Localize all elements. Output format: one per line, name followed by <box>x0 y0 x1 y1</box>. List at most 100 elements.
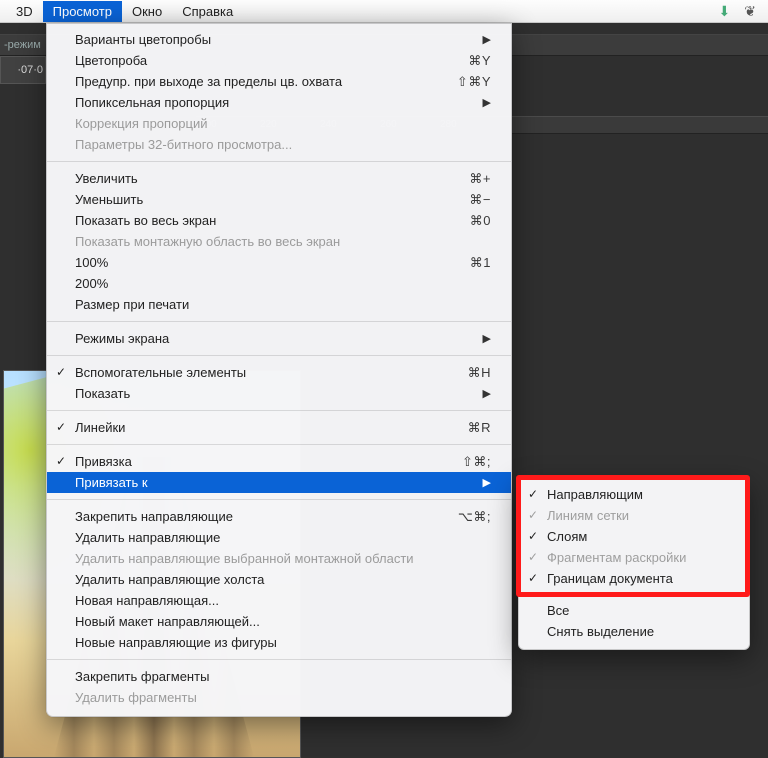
view-menu-item[interactable]: Удалить направляющие холста <box>47 569 511 590</box>
submenu-arrow-icon: ▶ <box>483 387 491 400</box>
view-menu-item[interactable]: ✓ Линейки⌘R <box>47 417 511 438</box>
submenu-arrow-icon: ▶ <box>483 332 491 345</box>
view-menu-item[interactable]: Увеличить⌘+ <box>47 168 511 189</box>
view-menu-item[interactable]: Привязать к▶ <box>47 472 511 493</box>
document-tab-label: ·07·0 <box>17 64 43 76</box>
snap-to-item-label: Линиям сетки <box>547 508 629 523</box>
snap-to-item-label: Границам документа <box>547 571 673 586</box>
shortcut-label: ⌘1 <box>470 255 491 271</box>
view-menu-item[interactable]: Новая направляющая... <box>47 590 511 611</box>
submenu-arrow-icon: ▶ <box>483 476 491 489</box>
check-icon: ✓ <box>528 529 538 543</box>
view-menu-item-label: Закрепить направляющие <box>75 509 458 524</box>
view-menu-item[interactable]: Размер при печати <box>47 294 511 315</box>
menu-separator <box>47 410 511 411</box>
shortcut-label: ⌘R <box>468 420 491 436</box>
menu-separator <box>47 161 511 162</box>
view-menu-item-label: Показать <box>75 386 483 401</box>
snap-to-item-label: Фрагментам раскройки <box>547 550 686 565</box>
menubar-item-3d[interactable]: 3D <box>6 1 43 22</box>
snap-to-item[interactable]: Все <box>519 600 749 621</box>
check-icon: ✓ <box>528 571 538 585</box>
view-menu-item[interactable]: Показать во весь экран⌘0 <box>47 210 511 231</box>
view-menu-item-label: Новый макет направляющей... <box>75 614 491 629</box>
menu-separator <box>47 444 511 445</box>
snap-to-item-label: Слоям <box>547 529 587 544</box>
view-menu: Варианты цветопробы▶Цветопроба⌘YПредупр.… <box>46 23 512 717</box>
view-menu-item[interactable]: Удалить направляющие <box>47 527 511 548</box>
view-menu-item-label: Удалить фрагменты <box>75 690 491 705</box>
view-menu-item[interactable]: Попиксельная пропорция▶ <box>47 92 511 113</box>
view-menu-item-label: Параметры 32-битного просмотра... <box>75 137 491 152</box>
view-menu-item-label: Попиксельная пропорция <box>75 95 483 110</box>
document-tab[interactable]: ·07·0 <box>0 56 46 84</box>
view-menu-item-label: Новая направляющая... <box>75 593 491 608</box>
view-menu-item-label: Увеличить <box>75 171 469 186</box>
shortcut-label: ⇧⌘; <box>462 454 491 470</box>
check-icon: ✓ <box>56 420 66 434</box>
snap-to-item[interactable]: ✓ Направляющим <box>519 484 749 505</box>
menu-separator <box>519 594 749 595</box>
snap-to-item-label: Снять выделение <box>547 624 654 639</box>
view-menu-item[interactable]: Уменьшить⌘− <box>47 189 511 210</box>
check-icon: ✓ <box>528 550 538 564</box>
view-menu-item-label: Вспомогательные элементы <box>75 365 468 380</box>
view-menu-item[interactable]: Новый макет направляющей... <box>47 611 511 632</box>
view-menu-item-label: Новые направляющие из фигуры <box>75 635 491 650</box>
view-menu-item: Коррекция пропорций <box>47 113 511 134</box>
view-menu-item[interactable]: 200% <box>47 273 511 294</box>
check-icon: ✓ <box>528 487 538 501</box>
view-menu-item[interactable]: Показать▶ <box>47 383 511 404</box>
view-menu-item[interactable]: 100%⌘1 <box>47 252 511 273</box>
menu-separator <box>47 659 511 660</box>
view-menu-item: Параметры 32-битного просмотра... <box>47 134 511 155</box>
menubar-tray: ⬇︎ ❦ <box>719 3 762 20</box>
view-menu-item[interactable]: ✓ Привязка⇧⌘; <box>47 451 511 472</box>
menubar-item-просмотр[interactable]: Просмотр <box>43 1 122 22</box>
view-menu-item-label: Удалить направляющие выбранной монтажной… <box>75 551 491 566</box>
view-menu-item[interactable]: Цветопроба⌘Y <box>47 50 511 71</box>
view-menu-item: Удалить фрагменты <box>47 687 511 708</box>
view-menu-item-label: Привязка <box>75 454 462 469</box>
view-menu-item-label: Предупр. при выходе за пределы цв. охват… <box>75 74 457 89</box>
view-menu-item-label: 100% <box>75 255 470 270</box>
view-menu-item[interactable]: Варианты цветопробы▶ <box>47 29 511 50</box>
view-menu-item[interactable]: ✓Вспомогательные элементы⌘H <box>47 362 511 383</box>
view-menu-item[interactable]: Закрепить фрагменты <box>47 666 511 687</box>
submenu-arrow-icon: ▶ <box>483 96 491 109</box>
view-menu-item-label: Удалить направляющие холста <box>75 572 491 587</box>
snap-to-item: ✓ Фрагментам раскройки <box>519 547 749 568</box>
view-menu-item-label: Линейки <box>75 420 468 435</box>
snap-to-item[interactable]: ✓ Слоям <box>519 526 749 547</box>
snap-to-item[interactable]: Снять выделение <box>519 621 749 642</box>
view-menu-item-label: Привязать к <box>75 475 483 490</box>
check-icon: ✓ <box>56 454 66 468</box>
menubar-item-справка[interactable]: Справка <box>172 1 243 22</box>
view-menu-item-label: Режимы экрана <box>75 331 483 346</box>
menubar-item-окно[interactable]: Окно <box>122 1 172 22</box>
view-menu-item[interactable]: Режимы экрана▶ <box>47 328 511 349</box>
view-menu-item[interactable]: Предупр. при выходе за пределы цв. охват… <box>47 71 511 92</box>
shortcut-label: ⌘Y <box>468 53 491 69</box>
view-menu-item[interactable]: Закрепить направляющие⌥⌘; <box>47 506 511 527</box>
mode-label: -режим <box>4 39 41 51</box>
view-menu-item-label: 200% <box>75 276 491 291</box>
download-icon[interactable]: ⬇︎ <box>719 3 731 20</box>
view-menu-item: Показать монтажную область во весь экран <box>47 231 511 252</box>
snap-to-item-label: Направляющим <box>547 487 643 502</box>
snap-to-item-label: Все <box>547 603 569 618</box>
submenu-arrow-icon: ▶ <box>483 33 491 46</box>
menu-separator <box>47 355 511 356</box>
shortcut-label: ⌘+ <box>469 171 491 187</box>
view-menu-item: Удалить направляющие выбранной монтажной… <box>47 548 511 569</box>
shortcut-label: ⌥⌘; <box>458 509 491 525</box>
menu-separator <box>47 499 511 500</box>
view-menu-item-label: Коррекция пропорций <box>75 116 491 131</box>
view-menu-item[interactable]: Новые направляющие из фигуры <box>47 632 511 653</box>
view-menu-item-label: Варианты цветопробы <box>75 32 483 47</box>
evernote-icon[interactable]: ❦ <box>744 3 756 20</box>
snap-to-item[interactable]: ✓ Границам документа <box>519 568 749 589</box>
view-menu-item-label: Показать во весь экран <box>75 213 470 228</box>
shortcut-label: ⌘H <box>468 365 491 381</box>
snap-to-submenu: ✓ Направляющим ✓ Линиям сетки ✓ Слоям ✓ Фрагмен… <box>518 478 750 650</box>
